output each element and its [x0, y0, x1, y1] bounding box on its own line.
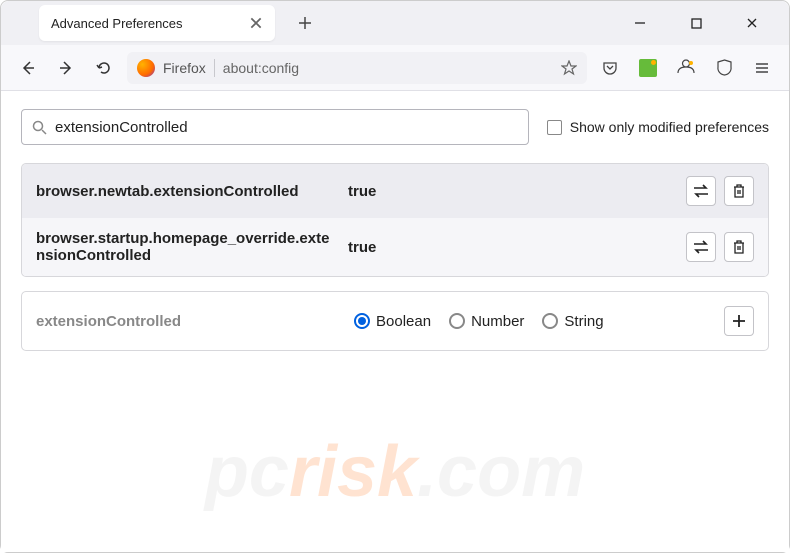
- protections-button[interactable]: [709, 53, 739, 83]
- show-modified-toggle[interactable]: Show only modified preferences: [547, 119, 769, 135]
- delete-button[interactable]: [724, 232, 754, 262]
- search-input[interactable]: [55, 119, 518, 136]
- maximize-button[interactable]: [675, 7, 717, 39]
- preference-row: browser.startup.homepage_override.extens…: [22, 218, 768, 276]
- type-label: Number: [471, 313, 524, 330]
- account-button[interactable]: [671, 53, 701, 83]
- preference-value: true: [348, 183, 674, 200]
- preference-list: browser.newtab.extensionControlled true …: [21, 163, 769, 277]
- plus-icon: [732, 314, 746, 328]
- navigation-toolbar: Firefox about:config: [1, 45, 789, 91]
- delete-button[interactable]: [724, 176, 754, 206]
- preference-value: true: [348, 239, 674, 256]
- type-label: Boolean: [376, 313, 431, 330]
- firefox-logo-icon: [137, 59, 155, 77]
- search-box[interactable]: [21, 109, 529, 145]
- account-icon: [677, 59, 695, 77]
- extension-button[interactable]: [633, 53, 663, 83]
- trash-icon: [732, 183, 746, 199]
- toggle-button[interactable]: [686, 176, 716, 206]
- minimize-button[interactable]: [619, 7, 661, 39]
- add-preference-button[interactable]: [724, 306, 754, 336]
- tab-title: Advanced Preferences: [51, 16, 249, 31]
- radio-icon: [542, 313, 558, 329]
- new-tab-button[interactable]: [291, 9, 319, 37]
- plus-icon: [298, 16, 312, 30]
- browser-tab[interactable]: Advanced Preferences: [39, 5, 275, 41]
- url-bar[interactable]: Firefox about:config: [127, 52, 587, 84]
- preference-name: browser.newtab.extensionControlled: [36, 183, 336, 200]
- new-preference-name: extensionControlled: [36, 313, 336, 330]
- checkbox-icon: [547, 120, 562, 135]
- watermark: pcrisk.com: [205, 431, 585, 513]
- type-number-radio[interactable]: Number: [449, 313, 524, 330]
- content-area: Show only modified preferences browser.n…: [1, 91, 789, 552]
- shield-icon: [716, 59, 733, 76]
- reload-icon: [96, 60, 112, 76]
- back-button[interactable]: [13, 53, 43, 83]
- trash-icon: [732, 239, 746, 255]
- titlebar: Advanced Preferences: [1, 1, 789, 45]
- toggle-arrows-icon: [692, 184, 710, 198]
- url-text: about:config: [223, 60, 553, 76]
- type-boolean-radio[interactable]: Boolean: [354, 313, 431, 330]
- radio-icon: [449, 313, 465, 329]
- close-tab-icon[interactable]: [249, 16, 263, 30]
- search-icon: [32, 120, 47, 135]
- hamburger-icon: [754, 60, 770, 76]
- close-window-button[interactable]: [731, 7, 773, 39]
- toggle-button[interactable]: [686, 232, 716, 262]
- pocket-button[interactable]: [595, 53, 625, 83]
- preference-row: browser.newtab.extensionControlled true: [22, 164, 768, 218]
- add-preference-row: extensionControlled Boolean Number Strin…: [21, 291, 769, 351]
- close-icon: [746, 17, 758, 29]
- type-string-radio[interactable]: String: [542, 313, 603, 330]
- bookmark-star-icon[interactable]: [561, 60, 577, 76]
- extension-icon: [639, 59, 657, 77]
- maximize-icon: [691, 18, 702, 29]
- minimize-icon: [634, 17, 646, 29]
- type-label: String: [564, 313, 603, 330]
- pocket-icon: [602, 60, 618, 76]
- preference-name: browser.startup.homepage_override.extens…: [36, 230, 336, 264]
- menu-button[interactable]: [747, 53, 777, 83]
- forward-button[interactable]: [51, 53, 81, 83]
- identity-label: Firefox: [163, 60, 206, 76]
- arrow-right-icon: [58, 60, 74, 76]
- reload-button[interactable]: [89, 53, 119, 83]
- show-modified-label: Show only modified preferences: [570, 119, 769, 135]
- separator: [214, 59, 215, 77]
- toggle-arrows-icon: [692, 240, 710, 254]
- radio-selected-icon: [354, 313, 370, 329]
- arrow-left-icon: [20, 60, 36, 76]
